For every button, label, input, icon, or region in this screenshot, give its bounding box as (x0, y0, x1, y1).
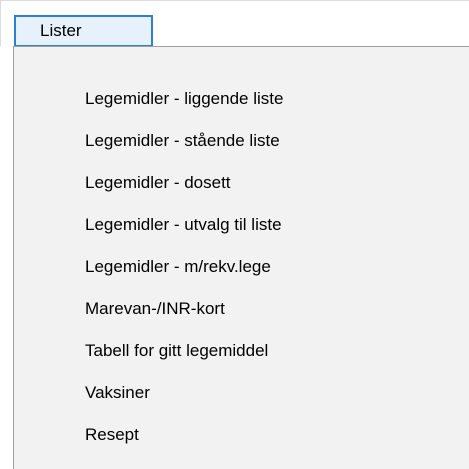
menu-item-legemidler-liggende-liste[interactable]: Legemidler - liggende liste (14, 78, 469, 120)
menu-lister[interactable]: Lister (14, 15, 153, 47)
menu-item-vaksiner[interactable]: Vaksiner (14, 372, 469, 414)
menu-item-marevan-inr-kort[interactable]: Marevan-/INR-kort (14, 288, 469, 330)
menu-bar: Lister (0, 0, 469, 47)
menu-item-legemidler-dosett[interactable]: Legemidler - dosett (14, 162, 469, 204)
menu-item-resept[interactable]: Resept (14, 414, 469, 456)
menu-item-legemidler-m-rekv-lege[interactable]: Legemidler - m/rekv.lege (14, 246, 469, 288)
menu-item-tabell-for-gitt-legemiddel[interactable]: Tabell for gitt legemiddel (14, 330, 469, 372)
menu-item-legemidler-utvalg-til-liste[interactable]: Legemidler - utvalg til liste (14, 204, 469, 246)
lister-dropdown-menu: Legemidler - liggende liste Legemidler -… (13, 46, 469, 469)
menu-item-legemidler-staende-liste[interactable]: Legemidler - stående liste (14, 120, 469, 162)
